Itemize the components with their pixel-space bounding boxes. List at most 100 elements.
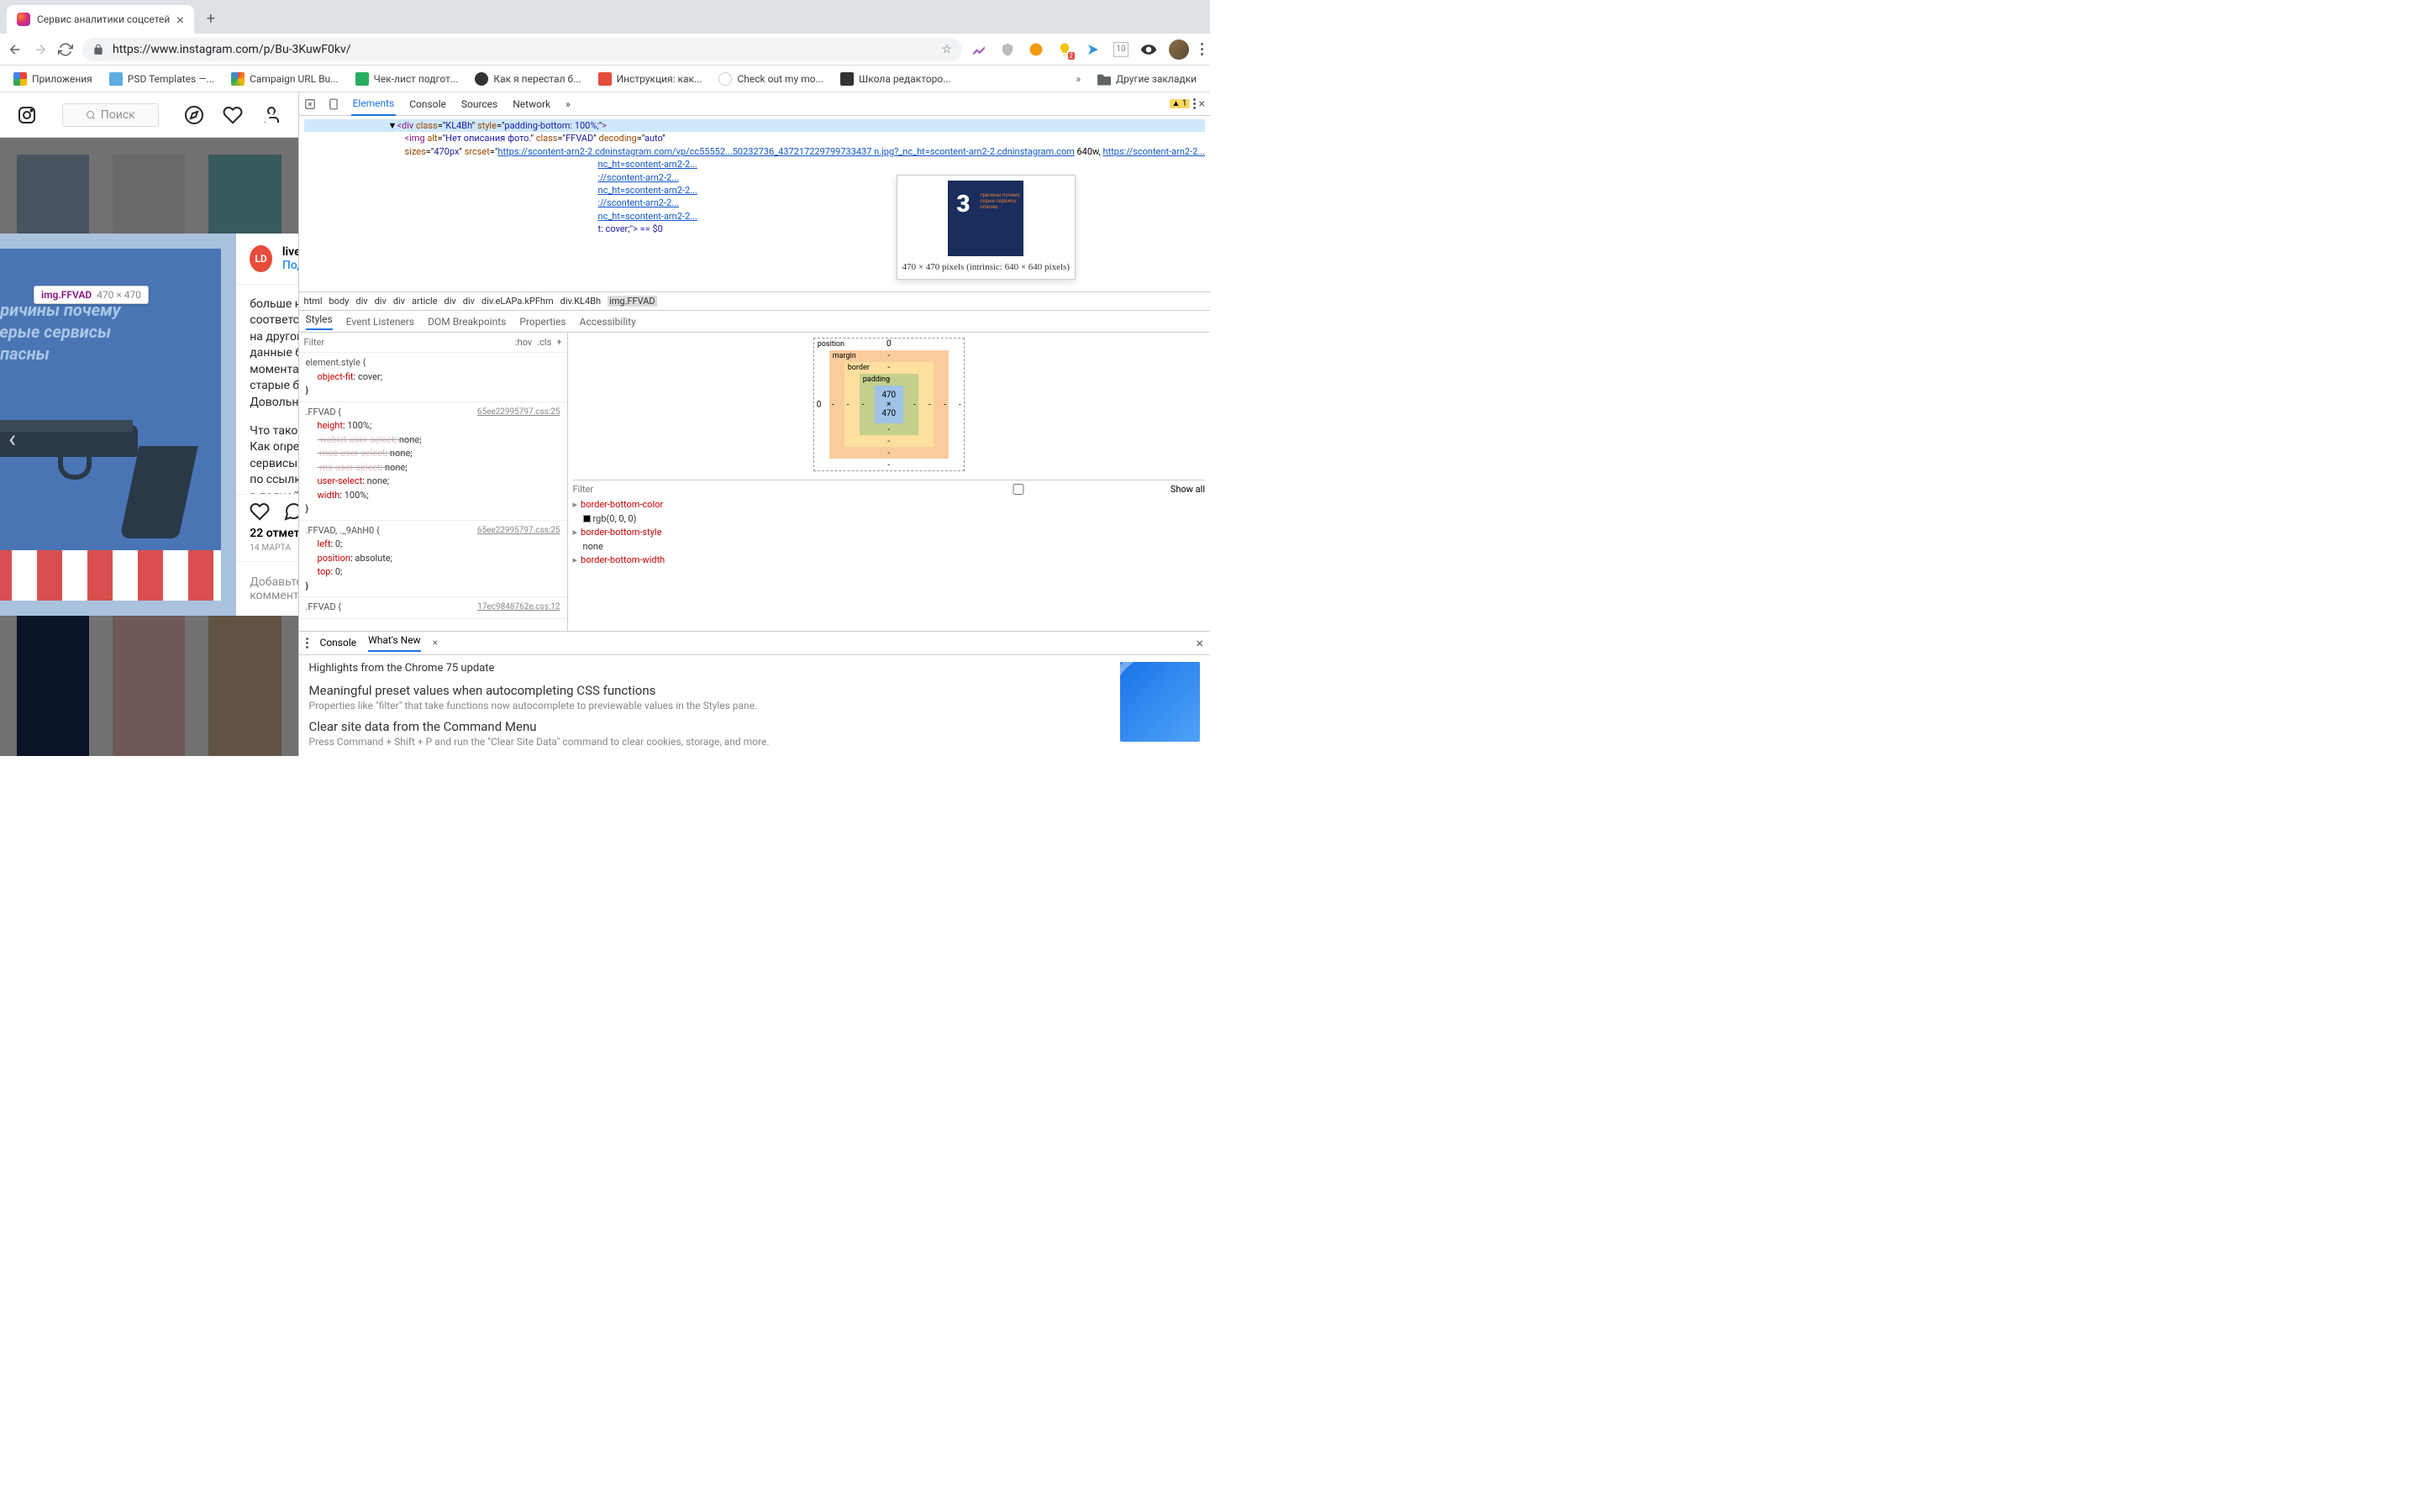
back-button[interactable]: [7, 41, 24, 58]
bookmark-icon: [598, 72, 612, 86]
news-image: [1120, 662, 1200, 742]
comment-icon[interactable]: [283, 501, 297, 522]
tab-dom-breakpoints[interactable]: DOM Breakpoints: [428, 316, 506, 328]
toolbar-extensions: 2 10: [971, 39, 1203, 60]
add-rule-icon[interactable]: +: [556, 337, 561, 348]
drawer-tab-whatsnew[interactable]: What's New: [368, 634, 420, 652]
styles-pane[interactable]: :hov .cls + element.style { object-fit: …: [299, 333, 568, 631]
bookmark-icon: [840, 72, 854, 86]
other-bookmarks[interactable]: Другие закладки: [1091, 69, 1203, 89]
tab-accessibility[interactable]: Accessibility: [580, 316, 636, 328]
browser-menu-icon[interactable]: [1201, 43, 1203, 55]
tab-sources[interactable]: Sources: [460, 93, 499, 115]
bookmark-item[interactable]: Как я перестал б...: [468, 69, 587, 89]
post-date: 14 МАРТА: [236, 543, 297, 561]
tab-styles[interactable]: Styles: [306, 313, 333, 330]
devtools-panel: Elements Console Sources Network » ▲ 1 ×…: [298, 92, 1210, 756]
follow-link[interactable]: Подписаться: [282, 259, 298, 272]
tab-elements[interactable]: Elements: [351, 92, 397, 116]
image-preview-tooltip: 3причины почемусерые сервисыопасны 470 ×…: [897, 175, 1076, 280]
bookmark-item[interactable]: Школа редакторо...: [834, 69, 958, 89]
cls-toggle[interactable]: .cls: [537, 337, 551, 348]
bookmark-icon: [355, 72, 369, 86]
ext-eye-icon[interactable]: [1140, 41, 1157, 58]
url-bar: https://www.instagram.com/p/Bu-3KuwF0kv/…: [0, 34, 1210, 66]
bookmarks-bar: Приложения PSD Templates —... Campaign U…: [0, 66, 1210, 92]
news-heading[interactable]: Clear site data from the Command Menu: [309, 719, 1110, 734]
ext-shield-icon[interactable]: [999, 41, 1016, 58]
folder-icon: [1097, 72, 1111, 86]
ext-icon-3[interactable]: [1085, 41, 1102, 58]
apps-icon: [13, 72, 27, 86]
dom-breadcrumb[interactable]: htmlbodydivdivdivarticledivdivdiv.eLAPa.…: [299, 292, 1210, 311]
browser-tab[interactable]: Сервис аналитики соцсетей ×: [7, 5, 194, 34]
bookmark-icon: [718, 72, 732, 86]
inspect-icon[interactable]: [304, 98, 316, 110]
ext-bulb-icon[interactable]: 2: [1056, 41, 1073, 58]
tabs-more-icon[interactable]: »: [564, 93, 572, 115]
author-username[interactable]: livedune: [282, 245, 298, 259]
prev-post-button[interactable]: ‹: [8, 424, 16, 454]
reload-button[interactable]: [57, 41, 74, 58]
computed-filter-input[interactable]: [573, 484, 867, 495]
bookmark-item[interactable]: Инструкция: как...: [592, 69, 709, 89]
devtools-tabs: Elements Console Sources Network » ▲ 1 ×: [299, 92, 1210, 116]
bookmark-icon: [231, 72, 245, 86]
like-icon[interactable]: [250, 501, 270, 522]
ext-icon[interactable]: [971, 41, 987, 58]
forward-button[interactable]: [32, 41, 49, 58]
bookmark-item[interactable]: Чек-лист подгот...: [349, 69, 466, 89]
devtools-menu-icon[interactable]: [1193, 98, 1196, 109]
address-bar[interactable]: https://www.instagram.com/p/Bu-3KuwF0kv/…: [82, 38, 962, 61]
author-avatar[interactable]: LD: [250, 245, 272, 272]
styles-tabs: Styles Event Listeners DOM Breakpoints P…: [299, 311, 1210, 333]
tab-event-listeners[interactable]: Event Listeners: [346, 316, 414, 328]
bookmark-item[interactable]: Campaign URL Bu...: [224, 69, 345, 89]
browser-tab-bar: Сервис аналитики соцсетей × +: [0, 0, 1210, 34]
instagram-page: Поиск LIVEDUNE LIVEDUNE LIVEDUNE: [0, 92, 298, 756]
warnings-badge[interactable]: ▲ 1: [1170, 99, 1190, 108]
drawer-menu-icon[interactable]: [306, 638, 308, 648]
tab-console[interactable]: Console: [408, 93, 448, 115]
bookmark-star-icon[interactable]: ☆: [941, 43, 952, 56]
apps-button[interactable]: Приложения: [7, 69, 99, 89]
lock-icon: [92, 44, 104, 55]
dom-tree[interactable]: ▼<div class="KL4Bh" style="padding-botto…: [299, 116, 1210, 292]
likes-count[interactable]: 22 отметок "Нравится": [236, 527, 297, 543]
post-header: LD livedune • Подписаться •••: [236, 234, 297, 285]
post-caption: больше не работает. Вы, соответственно, …: [236, 285, 297, 494]
ext-badge[interactable]: 10: [1113, 42, 1128, 57]
close-tab-icon[interactable]: ×: [176, 12, 184, 28]
device-icon[interactable]: [328, 98, 339, 110]
tab-properties[interactable]: Properties: [519, 316, 566, 328]
instagram-favicon-icon: [17, 13, 30, 26]
devtools-drawer: Console What's New × × Highlights from t…: [299, 631, 1210, 756]
comment-input[interactable]: Добавьте комментарий...: [250, 575, 297, 602]
drawer-tab-close-icon[interactable]: ×: [433, 637, 438, 648]
bookmarks-overflow[interactable]: »: [1069, 70, 1087, 88]
bookmark-icon: [475, 72, 488, 86]
news-heading[interactable]: Meaningful preset values when autocomple…: [309, 683, 1110, 698]
devtools-close-icon[interactable]: ×: [1199, 97, 1205, 111]
tab-network[interactable]: Network: [511, 93, 552, 115]
computed-pane[interactable]: position00-- margin---- border---- paddi…: [568, 333, 1210, 631]
bookmark-icon: [109, 72, 123, 86]
ext-icon-2[interactable]: [1028, 41, 1044, 58]
next-post-button[interactable]: ›: [282, 424, 290, 454]
modal-close-icon[interactable]: ✕: [257, 105, 276, 133]
styles-filter-input[interactable]: [304, 337, 510, 348]
tab-title: Сервис аналитики соцсетей: [37, 13, 170, 25]
new-tab-button[interactable]: +: [199, 7, 223, 30]
element-tooltip: img.FFVAD 470 × 470: [34, 286, 149, 304]
post-actions: [236, 494, 297, 527]
comment-box: Добавьте комментарий... Опубликовать: [236, 561, 297, 616]
drawer-close-icon[interactable]: ×: [1196, 635, 1203, 651]
show-all-checkbox[interactable]: [871, 484, 1165, 495]
url-text: https://www.instagram.com/p/Bu-3KuwF0kv/: [113, 43, 933, 56]
profile-avatar[interactable]: [1169, 39, 1189, 60]
bookmark-item[interactable]: PSD Templates —...: [103, 69, 221, 89]
drawer-tab-console[interactable]: Console: [320, 637, 357, 648]
bookmark-item[interactable]: Check out my mo...: [712, 69, 830, 89]
gun-illustration: [0, 417, 205, 543]
hov-toggle[interactable]: :hov: [515, 337, 532, 348]
